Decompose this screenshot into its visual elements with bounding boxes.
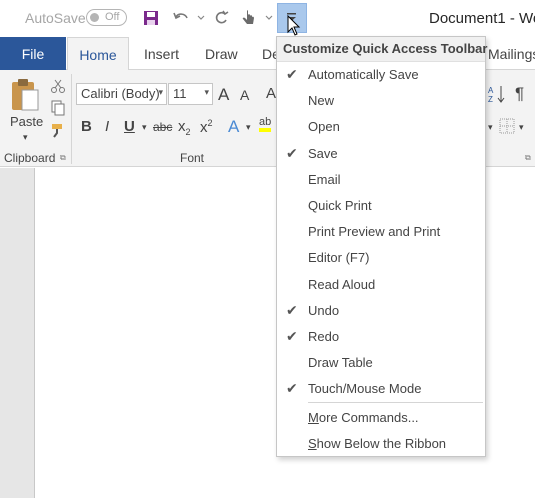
- save-icon[interactable]: [141, 8, 161, 28]
- show-below-ribbon-item[interactable]: Show Below the Ribbon: [277, 431, 485, 457]
- menu-header: Customize Quick Access Toolbar: [277, 37, 487, 62]
- font-size-combo[interactable]: 11 ▾: [168, 83, 213, 105]
- menu-item-label: Quick Print: [308, 198, 372, 213]
- tab-insert[interactable]: Insert: [144, 46, 179, 62]
- menu-item[interactable]: ✔ Touch/Mouse Mode: [277, 376, 485, 402]
- menu-item-label: Email: [308, 171, 341, 187]
- clipboard-launcher-icon[interactable]: ⧉: [60, 153, 66, 163]
- copy-icon[interactable]: [50, 100, 66, 116]
- paste-label[interactable]: Paste: [10, 114, 43, 129]
- tab-file[interactable]: File: [0, 37, 66, 70]
- menu-item-label: Redo: [308, 329, 340, 344]
- tab-draw[interactable]: Draw: [205, 46, 238, 62]
- undo-icon[interactable]: [171, 8, 191, 28]
- bold-button[interactable]: B: [81, 118, 92, 135]
- text-effects-dropdown-icon[interactable]: ▾: [246, 122, 251, 133]
- menu-item-label: Save: [308, 145, 338, 161]
- menu-item[interactable]: Print Preview and Print: [277, 219, 485, 245]
- show-below-mnemonic: S: [308, 436, 317, 451]
- menu-item-label: Undo: [308, 302, 340, 318]
- chevron-down-icon: ▾: [204, 87, 209, 97]
- menu-item[interactable]: Read Aloud: [277, 272, 485, 298]
- change-case-button-partial[interactable]: A: [266, 85, 276, 102]
- show-formatting-button[interactable]: ¶: [515, 84, 524, 104]
- autosave-label: AutoSave: [25, 10, 86, 26]
- underline-dropdown-icon[interactable]: ▾: [142, 122, 147, 133]
- autosave-toggle[interactable]: Off: [86, 9, 127, 26]
- clipboard-group-label: Clipboard: [4, 151, 56, 165]
- subscript-x: x: [178, 118, 186, 135]
- svg-text:Z: Z: [488, 95, 493, 104]
- paste-icon[interactable]: [8, 76, 42, 112]
- menu-item-label: Touch/Mouse Mode: [308, 381, 422, 397]
- font-name-value: Calibri (Body): [81, 86, 160, 101]
- borders-icon[interactable]: [499, 118, 515, 134]
- menu-item-label: Automatically Save: [308, 67, 419, 82]
- more-commands-mnemonic: M: [308, 410, 319, 425]
- menu-item[interactable]: ✔ Redo: [277, 324, 485, 350]
- checkmark-icon: ✔: [286, 301, 298, 318]
- highlight-button[interactable]: ab: [259, 116, 272, 132]
- menu-item-label: Editor (F7): [308, 250, 370, 266]
- grow-font-button[interactable]: A: [218, 85, 229, 105]
- tab-home[interactable]: Home: [67, 37, 129, 71]
- superscript-button[interactable]: x2: [200, 118, 213, 136]
- menu-item[interactable]: Quick Print: [277, 193, 485, 219]
- menu-item-label: Open: [308, 119, 340, 135]
- checkmark-icon: ✔: [286, 66, 298, 82]
- menu-separator: [308, 402, 483, 403]
- format-painter-icon[interactable]: [50, 122, 66, 138]
- title-bar: AutoSave Off Document1 - Wo: [0, 0, 535, 37]
- checkmark-icon: ✔: [286, 144, 298, 161]
- more-commands-label: ore Commands...: [318, 410, 419, 425]
- strikethrough-button[interactable]: abc: [153, 120, 172, 134]
- customize-qat-menu: Customize Quick Access Toolbar ✔ Automati…: [276, 36, 487, 457]
- touch-mode-icon[interactable]: [239, 8, 259, 28]
- menu-item[interactable]: Email: [277, 167, 485, 193]
- text-effects-button[interactable]: A: [228, 117, 239, 137]
- menu-item-label: New: [308, 93, 335, 109]
- touch-mode-dropdown-icon[interactable]: [259, 8, 279, 28]
- chevron-down-icon: ▾: [158, 87, 163, 97]
- superscript-x: x: [200, 119, 208, 136]
- font-name-combo[interactable]: Calibri (Body) ▾: [76, 83, 167, 105]
- menu-item[interactable]: ✔ Undo: [277, 298, 485, 324]
- menu-item-label: Read Aloud: [308, 276, 376, 292]
- group-divider: [71, 74, 72, 164]
- autosave-state: Off: [105, 11, 120, 23]
- font-group-label: Font: [180, 151, 205, 165]
- show-below-label: how Below the Ribbon: [316, 436, 447, 451]
- underline-button[interactable]: U: [124, 118, 135, 135]
- mouse-cursor-icon: [287, 15, 301, 36]
- paste-dropdown-icon[interactable]: ▾: [23, 132, 28, 143]
- font-size-value: 11: [173, 86, 187, 101]
- tab-mailings[interactable]: Mailings: [488, 46, 535, 62]
- svg-text:A: A: [488, 86, 494, 95]
- shading-dropdown-icon[interactable]: ▾: [488, 122, 493, 133]
- more-commands-item[interactable]: More Commands...: [277, 405, 485, 431]
- menu-item[interactable]: ✔ Save: [277, 141, 485, 167]
- cut-icon[interactable]: [50, 78, 66, 94]
- toggle-knob: [90, 13, 99, 22]
- menu-item[interactable]: New: [277, 88, 485, 114]
- italic-button[interactable]: I: [105, 118, 109, 135]
- redo-icon[interactable]: [211, 8, 231, 28]
- document-title: Document1 - Wo: [429, 10, 535, 27]
- paragraph-launcher-icon[interactable]: ⧉: [525, 153, 531, 163]
- menu-item-label: Print Preview and Print: [308, 224, 441, 240]
- subscript-button[interactable]: x2: [178, 118, 191, 137]
- menu-item-label: Draw Table: [308, 355, 373, 371]
- checkmark-icon: ✔: [286, 380, 298, 397]
- checkmark-icon: ✔: [286, 328, 298, 344]
- menu-item[interactable]: Open: [277, 114, 485, 140]
- borders-dropdown-icon[interactable]: ▾: [519, 122, 524, 133]
- menu-item[interactable]: Draw Table: [277, 350, 485, 376]
- menu-item[interactable]: ✔ Automatically Save: [277, 62, 485, 88]
- sort-icon[interactable]: AZ: [488, 84, 506, 104]
- undo-dropdown-icon[interactable]: [191, 8, 211, 28]
- menu-item[interactable]: Editor (F7): [277, 245, 485, 271]
- shrink-font-button[interactable]: A: [240, 87, 249, 103]
